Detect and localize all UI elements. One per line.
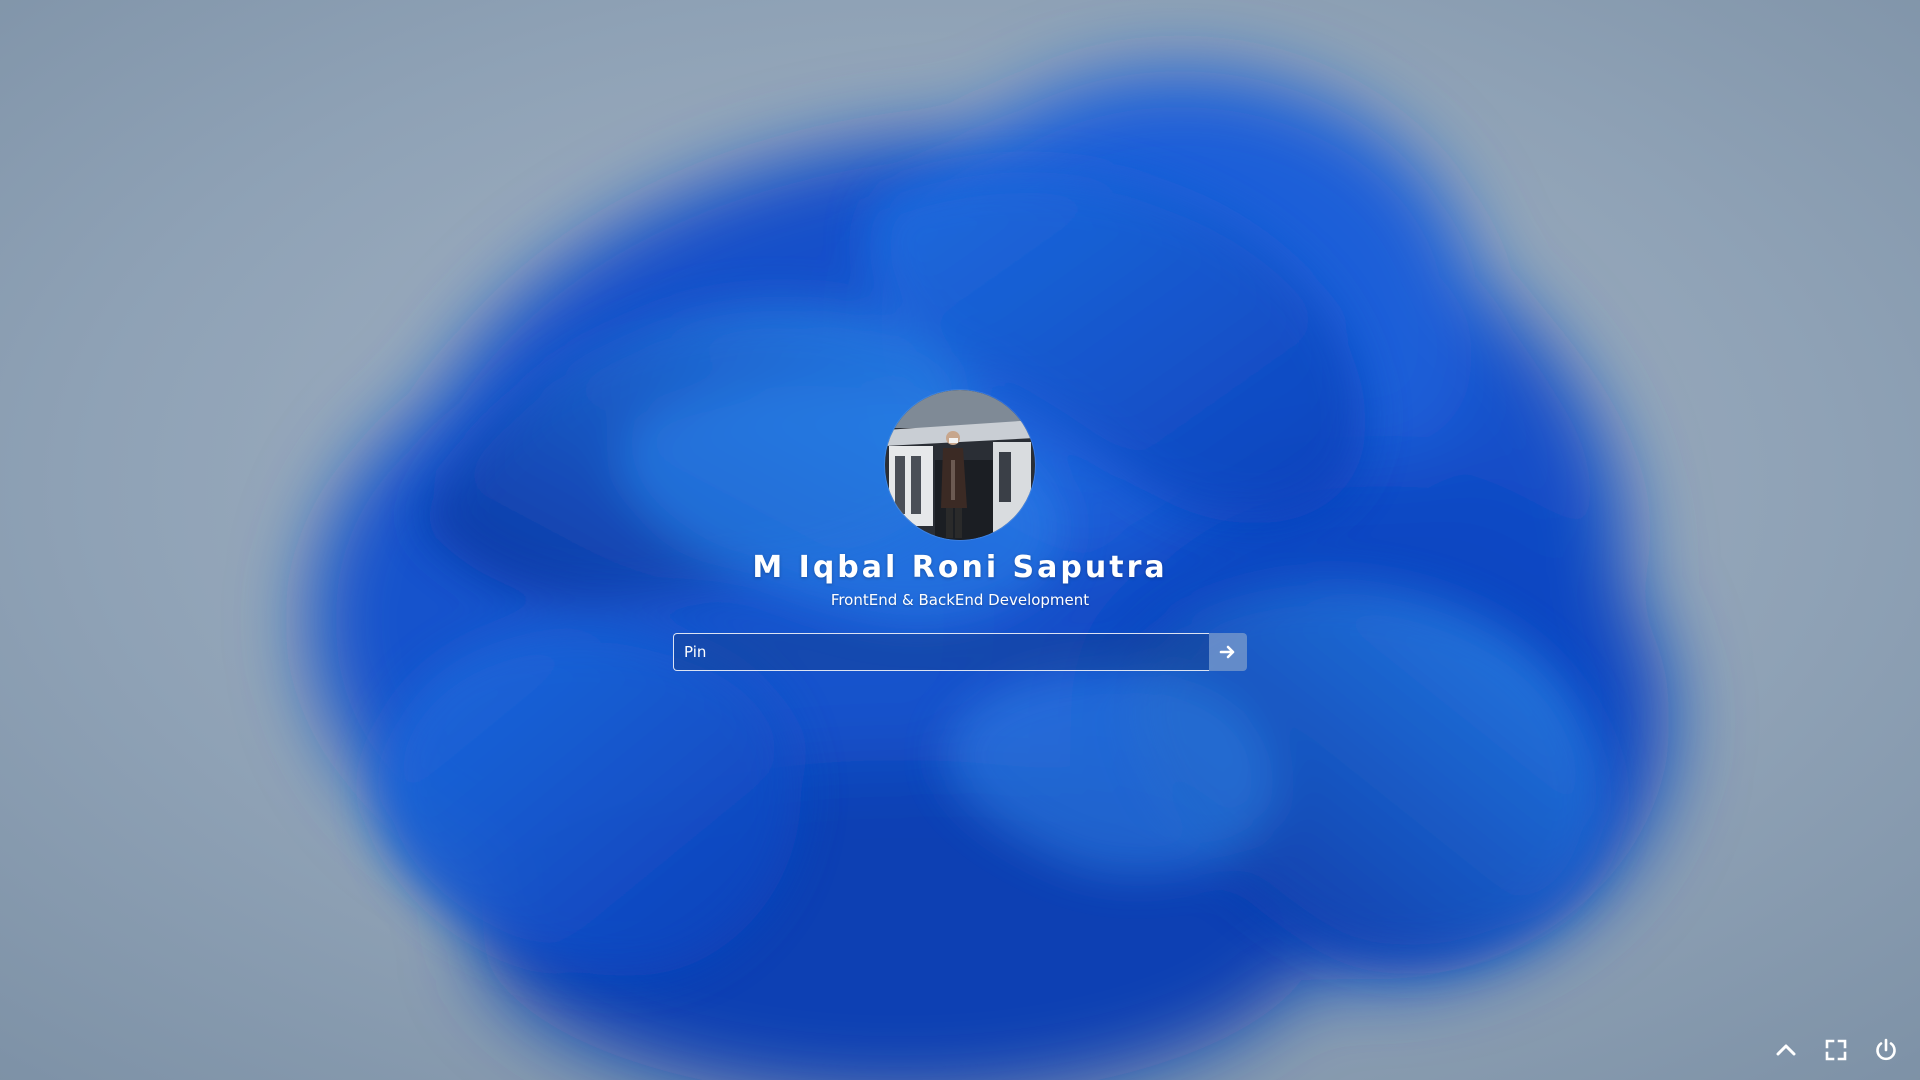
avatar-photo: [885, 390, 1035, 540]
power-button[interactable]: [1872, 1036, 1900, 1064]
system-tray: [1772, 1036, 1900, 1064]
chevron-up-icon: [1776, 1044, 1796, 1056]
lock-screen: M Iqbal Roni Saputra FrontEnd & BackEnd …: [0, 0, 1920, 1080]
pin-form: [673, 633, 1247, 671]
user-name: M Iqbal Roni Saputra: [752, 550, 1168, 585]
arrow-right-icon: [1219, 645, 1235, 659]
fullscreen-icon: [1825, 1039, 1847, 1061]
expand-tray-button[interactable]: [1772, 1036, 1800, 1064]
pin-input[interactable]: [673, 633, 1209, 671]
avatar: [885, 390, 1035, 540]
user-subtitle: FrontEnd & BackEnd Development: [830, 591, 1090, 609]
power-icon: [1876, 1038, 1896, 1061]
pin-submit-button[interactable]: [1209, 633, 1247, 671]
fullscreen-button[interactable]: [1822, 1036, 1850, 1064]
login-panel: M Iqbal Roni Saputra FrontEnd & BackEnd …: [0, 390, 1920, 671]
